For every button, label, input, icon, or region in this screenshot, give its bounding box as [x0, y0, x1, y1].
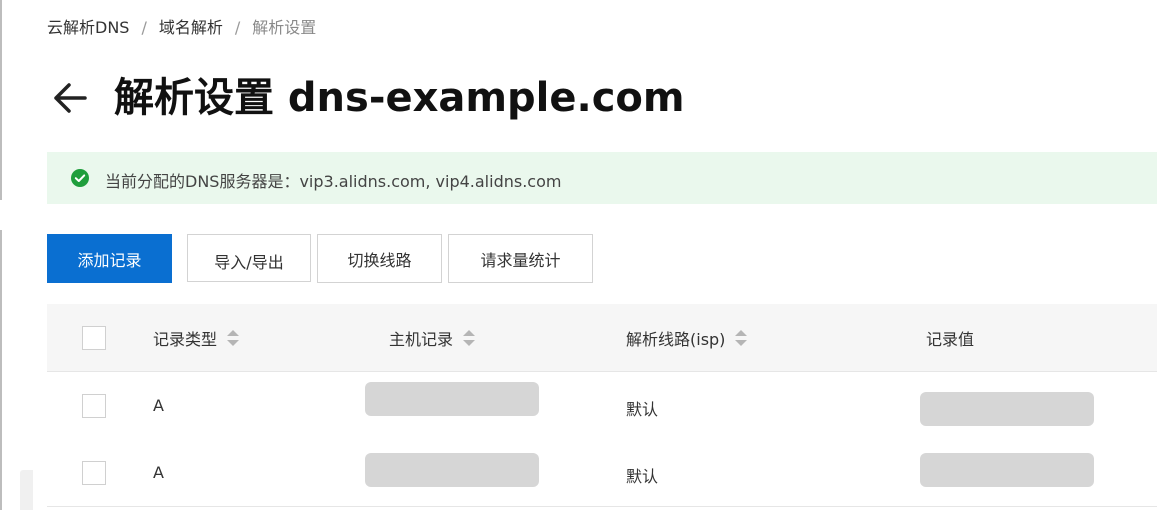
select-all-checkbox[interactable] — [82, 326, 106, 350]
column-label: 主机记录 — [389, 330, 454, 349]
host-record-redacted — [365, 453, 539, 487]
breadcrumb-separator: / — [141, 18, 147, 37]
sort-icon[interactable] — [227, 329, 240, 347]
line-cell: 默认 — [626, 400, 659, 419]
breadcrumb: 云解析DNS / 域名解析 / 解析设置 — [47, 14, 316, 38]
sort-icon[interactable] — [463, 329, 476, 347]
line-cell: 默认 — [626, 467, 659, 486]
check-circle-icon — [71, 169, 89, 187]
page-title: 解析设置 dns-example.com — [114, 75, 685, 121]
table-header: 记录类型 主机记录 解析线路(isp) 记录值 — [47, 304, 1157, 372]
breadcrumb-item-current: 解析设置 — [252, 18, 317, 37]
record-type-cell: A — [153, 463, 164, 482]
column-label: 解析线路(isp) — [626, 330, 726, 349]
record-type-cell: A — [153, 396, 164, 415]
column-header-value: 记录值 — [926, 326, 974, 350]
column-header-line[interactable]: 解析线路(isp) — [626, 326, 748, 350]
row-checkbox[interactable] — [82, 394, 106, 418]
record-value-redacted — [920, 453, 1094, 487]
switch-line-button[interactable]: 切换线路 — [317, 234, 442, 283]
column-header-record-type[interactable]: 记录类型 — [153, 326, 240, 350]
record-value-redacted — [920, 392, 1094, 426]
import-export-button[interactable]: 导入/导出 — [187, 234, 311, 282]
window-left-border — [0, 0, 2, 510]
table-row: A 默认 — [47, 439, 1157, 507]
host-record-redacted — [365, 382, 539, 416]
row-checkbox[interactable] — [82, 461, 106, 485]
add-record-button[interactable]: 添加记录 — [47, 234, 172, 283]
sort-icon[interactable] — [735, 329, 748, 347]
table-row: A 默认 — [47, 372, 1157, 440]
request-stats-button[interactable]: 请求量统计 — [448, 234, 593, 283]
column-label: 记录类型 — [153, 330, 218, 349]
breadcrumb-separator: / — [234, 18, 241, 37]
window-border-gap — [0, 200, 3, 230]
column-label: 记录值 — [926, 330, 975, 349]
breadcrumb-item-domain-resolution[interactable]: 域名解析 — [159, 18, 223, 37]
sidebar-toggle-handle[interactable] — [20, 470, 33, 510]
dns-server-notice: 当前分配的DNS服务器是：vip3.alidns.com, vip4.alidn… — [47, 152, 1157, 204]
breadcrumb-item-cloud-dns[interactable]: 云解析DNS — [47, 18, 129, 37]
dns-server-text: 当前分配的DNS服务器是：vip3.alidns.com, vip4.alidn… — [105, 172, 562, 191]
arrow-left-icon[interactable] — [50, 78, 90, 118]
column-header-host[interactable]: 主机记录 — [389, 326, 476, 350]
